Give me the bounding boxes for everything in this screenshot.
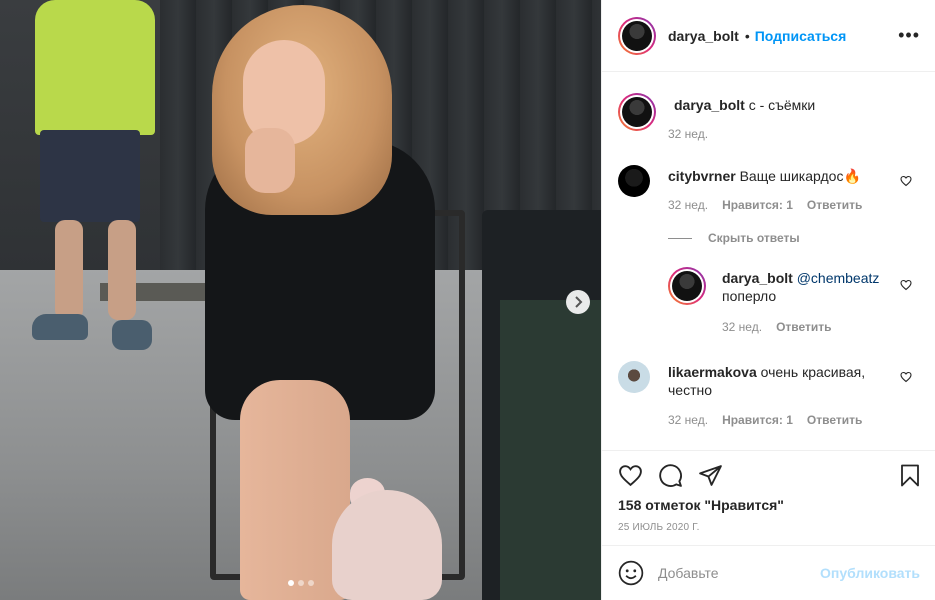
comment-like-heart-icon[interactable] (900, 175, 912, 187)
photo-person-leg (108, 220, 136, 320)
comment-like-heart-icon[interactable] (900, 371, 912, 383)
carousel-dot (298, 580, 304, 586)
carousel-next-button[interactable] (566, 290, 590, 314)
photo-person-shirt (35, 0, 155, 135)
comment-likes-count[interactable]: Нравится: 1 (722, 413, 793, 427)
photo-person-leg (55, 220, 83, 320)
comment-icon[interactable] (658, 463, 683, 488)
comment-time[interactable]: 32 нед. (668, 413, 708, 427)
reply-reply-button[interactable]: Ответить (776, 320, 831, 334)
post-photo[interactable] (0, 0, 601, 600)
comment-meta: 32 нед. Нравится: 1 Ответить (668, 413, 862, 427)
photo-woman-hand (245, 128, 295, 193)
comment-username[interactable]: likaermakova (668, 364, 757, 380)
reply-time[interactable]: 32 нед. (722, 320, 762, 334)
photo-person-shoe (112, 320, 152, 350)
comment-text: Ваще шикардос🔥 (739, 168, 861, 184)
comment-time[interactable]: 32 нед. (668, 198, 708, 212)
follow-button[interactable]: Подписаться (755, 28, 847, 44)
divider-line (668, 237, 692, 239)
post-date[interactable]: 25 ИЮЛЬ 2020 Г. (618, 522, 700, 533)
caption-text: с - съёмки (748, 97, 816, 113)
carousel-dots (288, 580, 314, 586)
comment-item: citybvrner Ваще шикардос🔥 (618, 165, 898, 197)
comment-item: likaermakova очень красивая, честно (618, 361, 898, 399)
reply-item: darya_bolt @chembeatz поперло (668, 267, 902, 305)
caption-meta: 32 нед. (668, 127, 708, 141)
comment-meta: 32 нед. Нравится: 1 Ответить (668, 198, 862, 212)
author-username[interactable]: darya_bolt (668, 28, 739, 44)
photo-person-shorts (40, 130, 140, 222)
caption-username[interactable]: darya_bolt (674, 97, 745, 113)
bookmark-icon[interactable] (898, 463, 922, 488)
caption-avatar[interactable] (618, 93, 656, 131)
author-avatar[interactable] (618, 16, 656, 55)
photo-pig-toy (332, 490, 442, 600)
photo-person-shoe (32, 314, 88, 340)
publish-comment-button[interactable]: Опубликовать (820, 565, 920, 581)
reply-meta: 32 нед. Ответить (722, 320, 832, 334)
carousel-dot (288, 580, 294, 586)
heart-icon[interactable] (618, 463, 643, 488)
carousel-dot (308, 580, 314, 586)
emoji-icon[interactable] (618, 560, 644, 586)
comment-reply-button[interactable]: Ответить (807, 198, 862, 212)
photo-chair-seat (500, 300, 601, 600)
reply-avatar[interactable] (668, 267, 706, 305)
comment-avatar[interactable] (618, 165, 650, 197)
more-icon[interactable]: ••• (898, 26, 920, 44)
comment-username[interactable]: citybvrner (668, 168, 736, 184)
hide-replies-button[interactable]: Скрыть ответы (668, 231, 800, 245)
add-comment-bar: Опубликовать (602, 545, 935, 600)
comment-likes-count[interactable]: Нравится: 1 (722, 198, 793, 212)
header-separator: • (744, 27, 750, 44)
comment-avatar[interactable] (618, 361, 650, 393)
post-actions: 158 отметок "Нравится" 25 ИЮЛЬ 2020 Г. (602, 450, 935, 545)
reply-username[interactable]: darya_bolt (722, 270, 793, 286)
comment-reply-button[interactable]: Ответить (807, 413, 862, 427)
caption-row: darya_bolt с - съёмки (618, 93, 904, 131)
comment-input[interactable] (658, 565, 818, 581)
post-side-panel: darya_bolt • Подписаться ••• darya_bolt … (601, 0, 935, 600)
chevron-right-icon (575, 296, 583, 308)
caption-time[interactable]: 32 нед. (668, 127, 708, 141)
reply-mention[interactable]: @chembeatz (797, 270, 880, 286)
hide-replies-label: Скрыть ответы (708, 231, 800, 245)
share-icon[interactable] (698, 463, 723, 488)
reply-like-heart-icon[interactable] (900, 279, 912, 291)
reply-text: поперло (722, 288, 777, 304)
post-header: darya_bolt • Подписаться ••• (602, 0, 935, 72)
likes-count[interactable]: 158 отметок "Нравится" (618, 497, 784, 513)
comments-list: darya_bolt с - съёмки 32 нед. citybvrner… (602, 73, 935, 450)
